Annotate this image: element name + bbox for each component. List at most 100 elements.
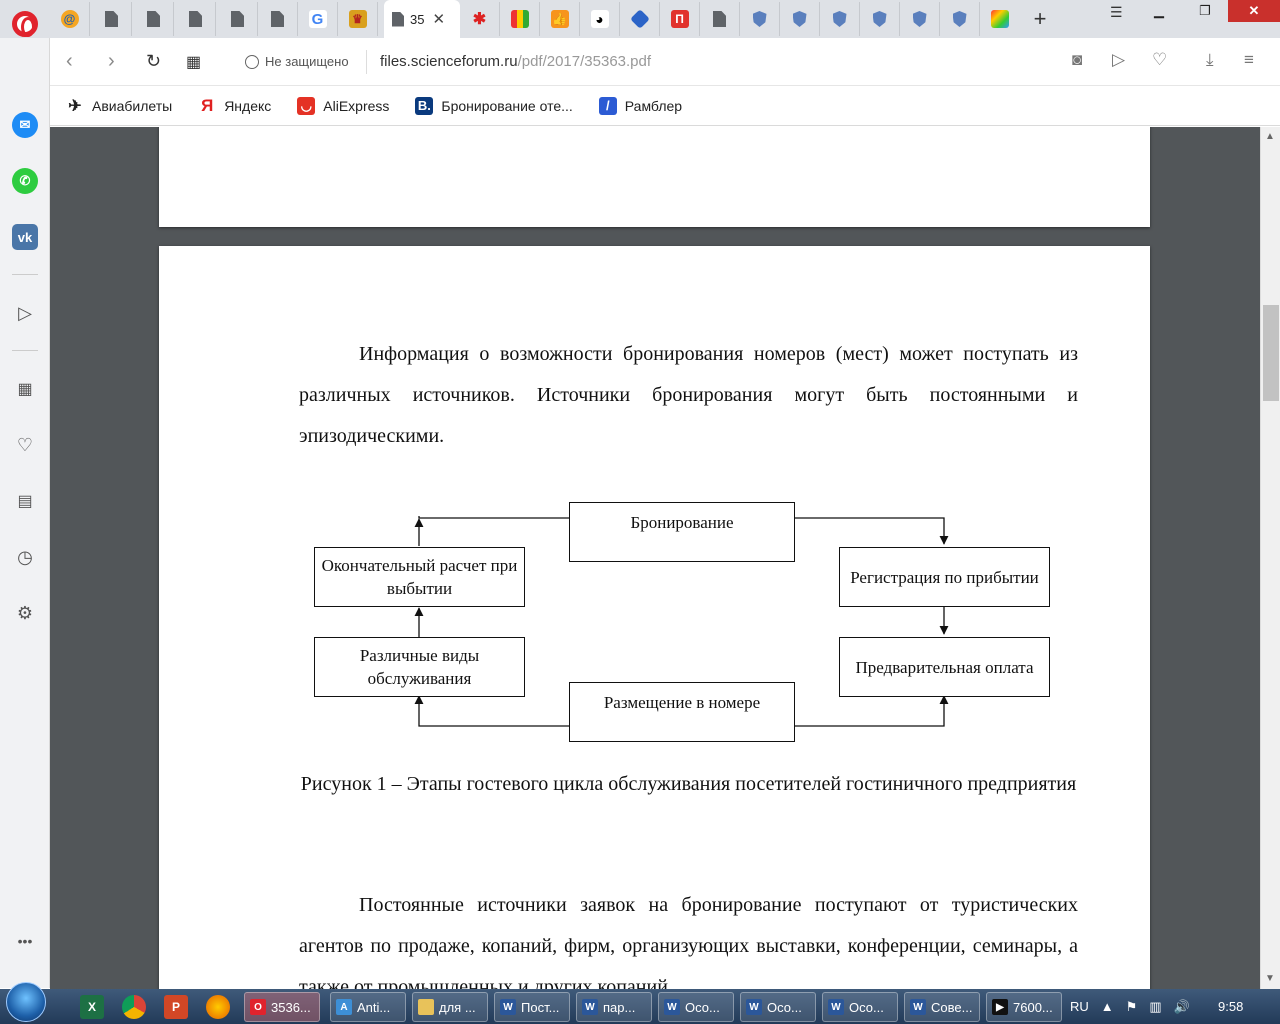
task-word[interactable]: W Сове... [904, 992, 980, 1022]
opera-logo-icon[interactable] [12, 11, 38, 37]
tray-expand-icon[interactable]: ▲ [1101, 999, 1114, 1014]
easy-setup-icon[interactable]: ≡ [1244, 50, 1254, 70]
send-icon[interactable]: ▷ [1112, 50, 1125, 70]
firefox-icon[interactable] [206, 995, 230, 1019]
tab-shield[interactable] [900, 2, 940, 36]
history-icon[interactable]: ◷ [12, 544, 38, 570]
bookmark-booking[interactable]: B. Бронирование оте... [415, 96, 573, 115]
powerpoint-icon[interactable]: P [164, 995, 188, 1019]
language-indicator[interactable]: RU [1070, 999, 1089, 1014]
task-video[interactable]: ▶ 7600... [986, 992, 1062, 1022]
task-word[interactable]: W Осо... [658, 992, 734, 1022]
tab-p[interactable]: П [660, 2, 700, 36]
tab-document[interactable] [218, 2, 258, 36]
scroll-down-icon[interactable]: ▼ [1265, 973, 1275, 984]
vk-icon[interactable]: vk [12, 224, 38, 250]
task-label: пар... [603, 999, 636, 1015]
scroll-thumb[interactable] [1263, 305, 1279, 401]
snapshot-icon[interactable]: ◙ [1072, 50, 1082, 70]
network-icon[interactable]: ▥ [1149, 999, 1161, 1015]
tab-shield[interactable] [860, 2, 900, 36]
tab-close-icon[interactable]: ✕ [432, 10, 445, 28]
scroll-up-icon[interactable]: ▲ [1265, 131, 1275, 142]
minimize-icon[interactable]: ▁ [1136, 0, 1182, 22]
tab-hand[interactable] [980, 2, 1020, 36]
shield-icon [832, 11, 847, 27]
task-anti[interactable]: A Anti... [330, 992, 406, 1022]
vertical-scrollbar[interactable]: ▲ ▼ [1260, 127, 1280, 989]
book-icon [629, 9, 650, 29]
address-bar: ‹ › ↻ ▦ Не защищено files.scienceforum.r… [50, 38, 1280, 86]
security-indicator[interactable]: Не защищено [245, 54, 349, 69]
action-center-icon[interactable]: ⚑ [1126, 999, 1138, 1015]
tab-like[interactable]: 👍 [540, 2, 580, 36]
thumbs-up-icon: 👍 [550, 10, 569, 28]
send-icon[interactable]: ▷ [12, 300, 38, 326]
tab-document[interactable] [92, 2, 132, 36]
tab-panda[interactable]: ◕ [580, 2, 620, 36]
url-host: files.scienceforum.ru [380, 53, 518, 70]
task-word[interactable]: W Осо... [822, 992, 898, 1022]
back-icon[interactable]: ‹ [66, 50, 73, 73]
tab-document[interactable] [258, 2, 298, 36]
messenger-icon[interactable]: ✉ [12, 112, 38, 138]
paragraph-permanent-sources: Постоянные источники заявок на бронирова… [299, 894, 1078, 989]
start-button[interactable] [6, 982, 46, 1022]
tab-runner[interactable]: ✱ [460, 2, 500, 36]
forward-icon[interactable]: › [108, 50, 115, 73]
task-folder[interactable]: для ... [412, 992, 488, 1022]
bookmark-rambler[interactable]: / Рамблер [598, 96, 682, 115]
task-word[interactable]: W Осо... [740, 992, 816, 1022]
tab-shield[interactable] [740, 2, 780, 36]
task-word[interactable]: Wпар... [576, 992, 652, 1022]
heart-icon[interactable]: ♡ [12, 432, 38, 458]
download-icon[interactable]: ⤓ [1206, 50, 1214, 70]
bookmark-yandex[interactable]: Я Яндекс [198, 96, 271, 115]
windows-taskbar: X P O 3536... A Anti... для ... W Пост... W… [0, 982, 1280, 1024]
document-icon [231, 11, 244, 27]
pdf-viewer[interactable]: Информация о возможности бронирования но… [50, 127, 1260, 989]
new-tab-button[interactable]: + [1028, 6, 1052, 32]
sidebar: ✉ ✆ vk ▷ ▦ ♡ ▤ ◷ ⚙ ••• [0, 38, 50, 988]
pdf-page: Информация о возможности бронирования но… [159, 246, 1150, 989]
settings-icon[interactable]: ⚙ [12, 600, 38, 626]
tab-active-pdf[interactable]: 35 ✕ [384, 0, 460, 38]
maximize-icon[interactable]: ❐ [1182, 0, 1228, 22]
excel-icon[interactable]: X [80, 995, 104, 1019]
tab-document[interactable] [700, 2, 740, 36]
tab-shield[interactable] [940, 2, 980, 36]
tab-book[interactable] [620, 2, 660, 36]
whatsapp-icon[interactable]: ✆ [12, 168, 38, 194]
task-word[interactable]: W Пост... [494, 992, 570, 1022]
tab-shield[interactable] [780, 2, 820, 36]
tab-google[interactable]: G [298, 2, 338, 36]
tab-mail[interactable]: @ [50, 2, 90, 36]
task-label: Осо... [685, 999, 720, 1015]
task-label: Сове... [931, 999, 973, 1015]
heart-icon[interactable]: ♡ [1152, 50, 1167, 70]
tab-document[interactable] [134, 2, 174, 36]
bookmark-aviabilety[interactable]: ✈ Авиабилеты [66, 97, 172, 115]
chrome-icon[interactable] [122, 995, 146, 1019]
arrow-booking-to-checkin [794, 517, 949, 545]
tab-menu-icon[interactable]: ☰ [1110, 4, 1123, 21]
globe-icon [245, 54, 259, 69]
tab-shield[interactable] [820, 2, 860, 36]
bookmark-aliexpress[interactable]: ◡ AliExpress [297, 96, 389, 115]
plane-icon: ✈ [68, 97, 82, 115]
speed-dial-icon[interactable]: ▦ [186, 52, 201, 72]
word-icon: W [500, 999, 516, 1015]
reload-icon[interactable]: ↻ [146, 51, 161, 72]
url-field[interactable]: files.scienceforum.ru/pdf/2017/35363.pdf [380, 53, 651, 70]
close-window-icon[interactable]: ✕ [1228, 0, 1280, 22]
volume-icon[interactable]: 🔊 [1174, 999, 1190, 1015]
tab-document[interactable] [176, 2, 216, 36]
tab-chart[interactable] [500, 2, 540, 36]
task-opera[interactable]: O 3536... [244, 992, 320, 1022]
clock[interactable]: 9:58 [1218, 999, 1243, 1014]
speed-dial-icon[interactable]: ▦ [12, 376, 38, 402]
more-icon[interactable]: ••• [12, 928, 38, 954]
tab-emblem[interactable]: ♛ [338, 2, 378, 36]
news-icon[interactable]: ▤ [12, 488, 38, 514]
google-icon: G [308, 10, 327, 28]
